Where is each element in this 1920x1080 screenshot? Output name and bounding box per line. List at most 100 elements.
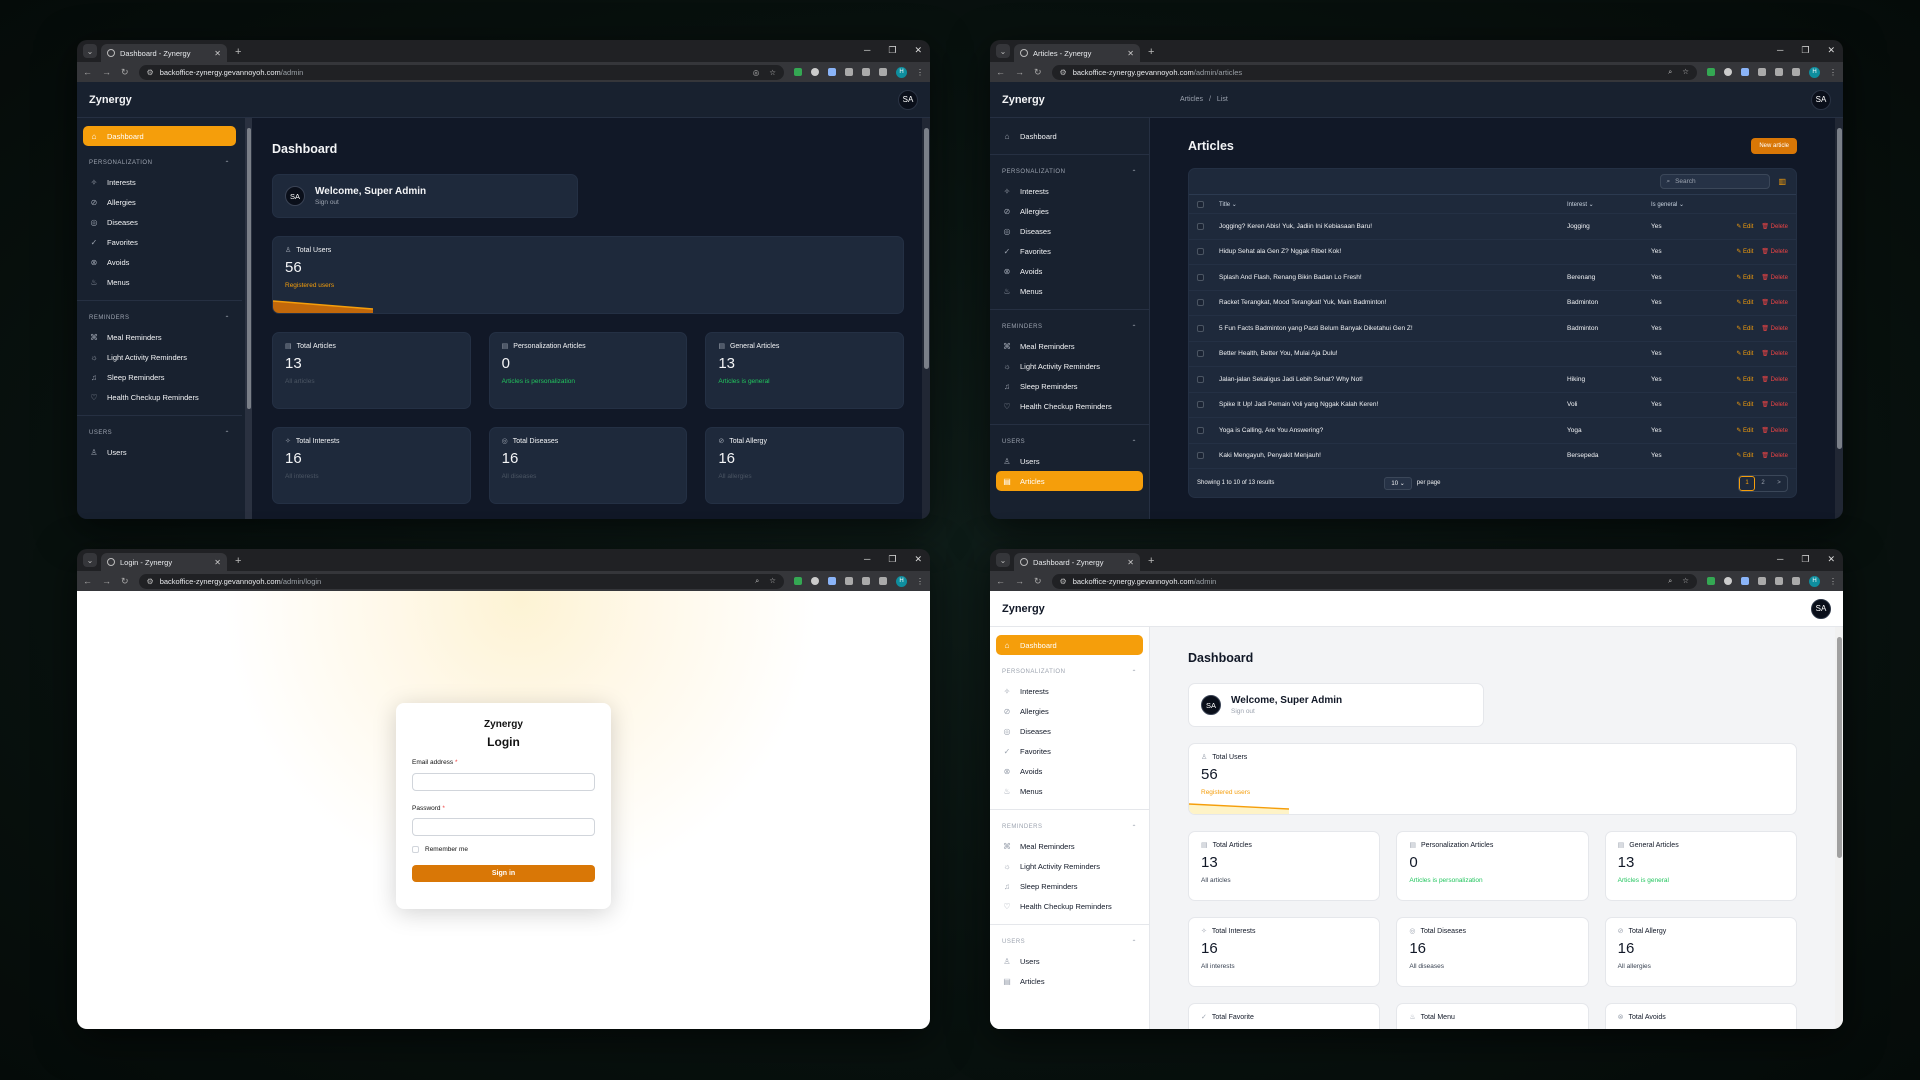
site-info-icon[interactable]: ⚙ xyxy=(147,68,154,77)
restore-icon[interactable]: ❐ xyxy=(1801,554,1809,565)
bookmark-star-icon[interactable]: ☆ xyxy=(769,576,776,586)
close-tab-icon[interactable]: ✕ xyxy=(1127,558,1134,567)
profile-avatar-icon[interactable]: H xyxy=(1809,575,1820,587)
browser-tab[interactable]: Articles - Zynergy ✕ xyxy=(1014,44,1140,62)
row-checkbox[interactable] xyxy=(1197,299,1204,307)
new-tab-icon[interactable]: + xyxy=(235,46,241,58)
sidebar-item-menus[interactable]: ♨ Menus xyxy=(83,272,236,292)
tab-search-icon[interactable]: ⌄ xyxy=(83,44,97,58)
new-article-button[interactable]: New article xyxy=(1751,138,1797,154)
sidebar-item-light-activity-reminders[interactable]: ☼ Light Activity Reminders xyxy=(996,856,1143,876)
sidebar-item-dashboard[interactable]: ⌂ Dashboard xyxy=(996,126,1143,146)
group-users[interactable]: USERS ⌃ xyxy=(89,430,230,437)
edit-button[interactable]: ✎ Edit xyxy=(1736,274,1753,281)
cell-title[interactable]: Racket Terangkat, Mood Terangkat! Yuk, M… xyxy=(1219,299,1567,306)
delete-button[interactable]: 🗑 Delete xyxy=(1761,350,1788,357)
page-button-1[interactable]: 1 xyxy=(1739,475,1755,491)
sign-out-link[interactable]: Sign out xyxy=(315,199,426,206)
close-window-icon[interactable]: ✕ xyxy=(914,45,922,56)
menu-dots-icon[interactable]: ⋮ xyxy=(1829,577,1837,586)
group-reminders[interactable]: REMINDERS ⌃ xyxy=(1002,324,1137,331)
browser-tab[interactable]: Login - Zynergy ✕ xyxy=(101,553,227,571)
new-tab-icon[interactable]: + xyxy=(235,555,241,567)
puzzle-icon[interactable] xyxy=(1775,68,1783,76)
sidebar-item-favorites[interactable]: ✓ Favorites xyxy=(996,241,1143,261)
back-icon[interactable]: ← xyxy=(996,67,1005,77)
close-window-icon[interactable]: ✕ xyxy=(1827,554,1835,565)
sidebar-item-meal-reminders[interactable]: ⌘ Meal Reminders xyxy=(996,836,1143,856)
sidebar-item-light-activity-reminders[interactable]: ☼ Light Activity Reminders xyxy=(83,347,236,367)
chevron-up-icon[interactable]: ⌃ xyxy=(1131,439,1137,446)
close-tab-icon[interactable]: ✕ xyxy=(214,49,221,58)
menu-dots-icon[interactable]: ⋮ xyxy=(916,68,924,77)
cell-title[interactable]: Spike It Up! Jadi Pemain Voli yang Nggak… xyxy=(1219,401,1567,408)
sidebar-item-menus[interactable]: ♨ Menus xyxy=(996,281,1143,301)
translate-icon[interactable] xyxy=(828,577,836,585)
chevron-up-icon[interactable]: ⌃ xyxy=(1131,324,1137,331)
table-row[interactable]: Hidup Sehat ala Gen Z? Nggak Ribet Kok! Y… xyxy=(1189,240,1796,265)
tab-search-icon[interactable]: ⌄ xyxy=(996,44,1010,58)
translate-icon[interactable] xyxy=(828,68,836,76)
extension-icon[interactable] xyxy=(811,68,819,76)
remember-me-checkbox[interactable] xyxy=(412,846,419,853)
row-checkbox[interactable] xyxy=(1197,401,1204,409)
extension-icon[interactable] xyxy=(1724,577,1732,585)
brand-logo[interactable]: Zynergy xyxy=(1002,94,1164,106)
sidebar-item-sleep-reminders[interactable]: ♫ Sleep Reminders xyxy=(996,876,1143,896)
password-field[interactable] xyxy=(412,818,595,836)
translate-icon[interactable] xyxy=(1741,577,1749,585)
edit-button[interactable]: ✎ Edit xyxy=(1736,401,1753,408)
back-icon[interactable]: ← xyxy=(83,576,92,586)
sidebar-item-light-activity-reminders[interactable]: ☼ Light Activity Reminders xyxy=(996,356,1143,376)
table-row[interactable]: Yoga is Calling, Are You Answering? Yoga Y… xyxy=(1189,418,1796,444)
table-row[interactable]: Racket Terangkat, Mood Terangkat! Yuk, M… xyxy=(1189,291,1796,316)
close-window-icon[interactable]: ✕ xyxy=(914,554,922,565)
edit-button[interactable]: ✎ Edit xyxy=(1736,223,1753,230)
cell-title[interactable]: Yoga is Calling, Are You Answering? xyxy=(1219,427,1567,434)
back-icon[interactable]: ← xyxy=(83,67,92,77)
next-page-button[interactable]: > xyxy=(1771,476,1787,491)
puzzle-icon[interactable] xyxy=(862,68,870,76)
edit-button[interactable]: ✎ Edit xyxy=(1736,427,1753,434)
sidebar-item-health-checkup-reminders[interactable]: ♡ Health Checkup Reminders xyxy=(996,396,1143,416)
chevron-up-icon[interactable]: ⌃ xyxy=(1131,669,1137,676)
column-header-is-general[interactable]: Is general ⌄ xyxy=(1651,201,1713,208)
group-users[interactable]: USERS ⌃ xyxy=(1002,939,1137,946)
minimize-icon[interactable]: ─ xyxy=(1777,554,1783,565)
table-row[interactable]: Jogging? Keren Abis! Yuk, Jadiin Ini Keb… xyxy=(1189,214,1796,240)
remember-me[interactable]: Remember me xyxy=(412,846,595,853)
minimize-icon[interactable]: ─ xyxy=(864,554,870,565)
group-personalization[interactable]: PERSONALIZATION ⌃ xyxy=(1002,669,1137,676)
reload-icon[interactable]: ↻ xyxy=(121,576,129,587)
sidebar-item-articles[interactable]: ▤ Articles xyxy=(996,471,1143,491)
sidebar-item-diseases[interactable]: ◎ Diseases xyxy=(83,212,236,232)
bookmark-star-icon[interactable]: ☆ xyxy=(1682,67,1689,77)
cell-title[interactable]: Hidup Sehat ala Gen Z? Nggak Ribet Kok! xyxy=(1219,248,1567,255)
row-checkbox[interactable] xyxy=(1197,273,1204,281)
table-row[interactable]: Jalan-jalan Sekaligus Jadi Lebih Sehat? … xyxy=(1189,367,1796,393)
table-row[interactable]: Spike It Up! Jadi Pemain Voli yang Nggak… xyxy=(1189,393,1796,418)
chevron-up-icon[interactable]: ⌃ xyxy=(224,160,230,167)
email-field[interactable] xyxy=(412,772,595,791)
menu-dots-icon[interactable]: ⋮ xyxy=(916,577,924,586)
cell-title[interactable]: Better Health, Better You, Mulai Aja Dul… xyxy=(1219,350,1567,357)
edit-button[interactable]: ✎ Edit xyxy=(1736,248,1753,255)
sidebar-item-users[interactable]: ♙ Users xyxy=(996,451,1143,471)
extension-icon[interactable] xyxy=(794,577,802,585)
site-info-icon[interactable]: ⚙ xyxy=(147,577,154,586)
delete-button[interactable]: 🗑 Delete xyxy=(1761,299,1788,306)
address-bar[interactable]: ⚙ backoffice-zynergy.gevannoyoh.com/admi… xyxy=(1051,573,1697,589)
sidebar-item-interests[interactable]: ✧ Interests xyxy=(996,681,1143,701)
address-bar[interactable]: ⚙ backoffice-zynergy.gevannoyoh.com/admi… xyxy=(1051,64,1697,80)
browser-tab[interactable]: Dashboard - Zynergy ✕ xyxy=(101,44,227,62)
restore-icon[interactable]: ❐ xyxy=(888,554,896,565)
bookmark-star-icon[interactable]: ☆ xyxy=(1682,576,1689,586)
puzzle-icon[interactable] xyxy=(862,577,870,585)
profile-avatar-icon[interactable]: H xyxy=(896,66,907,78)
delete-button[interactable]: 🗑 Delete xyxy=(1761,452,1788,459)
chevron-up-icon[interactable]: ⌃ xyxy=(1131,824,1137,831)
cell-title[interactable]: Jalan-jalan Sekaligus Jadi Lebih Sehat? … xyxy=(1219,376,1567,383)
row-checkbox[interactable] xyxy=(1197,452,1204,460)
page-scrollbar[interactable] xyxy=(922,118,930,519)
delete-button[interactable]: 🗑 Delete xyxy=(1761,274,1788,281)
